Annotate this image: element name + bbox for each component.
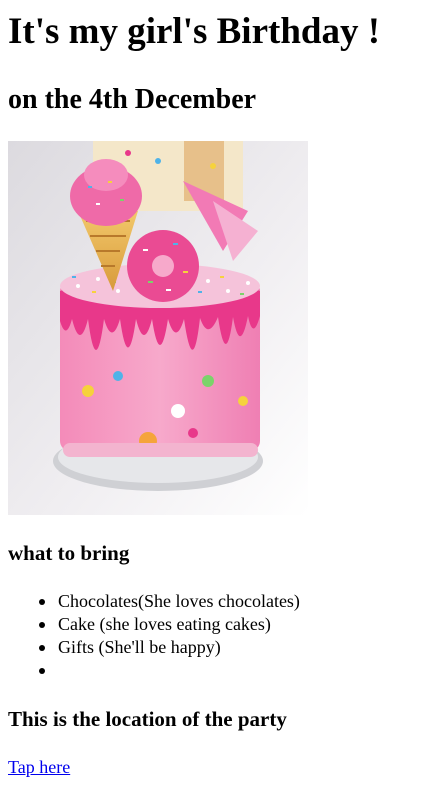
bullet-icon (39, 645, 45, 651)
bring-list: Chocolates(She loves chocolates) Cake (s… (8, 590, 300, 682)
list-item-label: Gifts (She'll be happy) (58, 637, 221, 657)
list-item (39, 659, 300, 682)
list-item: Cake (she loves eating cakes) (39, 613, 300, 636)
what-to-bring-heading: what to bring (8, 541, 130, 565)
bullet-icon (39, 668, 45, 674)
list-item: Gifts (She'll be happy) (39, 636, 300, 659)
list-item: Chocolates(She loves chocolates) (39, 590, 300, 613)
bullet-icon (39, 599, 45, 605)
page-title: It's my girl's Birthday ! (8, 11, 381, 52)
list-item-label: Chocolates(She loves chocolates) (58, 591, 300, 611)
bullet-icon (39, 622, 45, 628)
location-heading: This is the location of the party (8, 707, 287, 731)
location-link[interactable]: Tap here (8, 756, 70, 778)
list-item-label: Cake (she loves eating cakes) (58, 614, 271, 634)
birthday-cake-image (8, 141, 308, 515)
page-subtitle: on the 4th December (8, 84, 257, 115)
